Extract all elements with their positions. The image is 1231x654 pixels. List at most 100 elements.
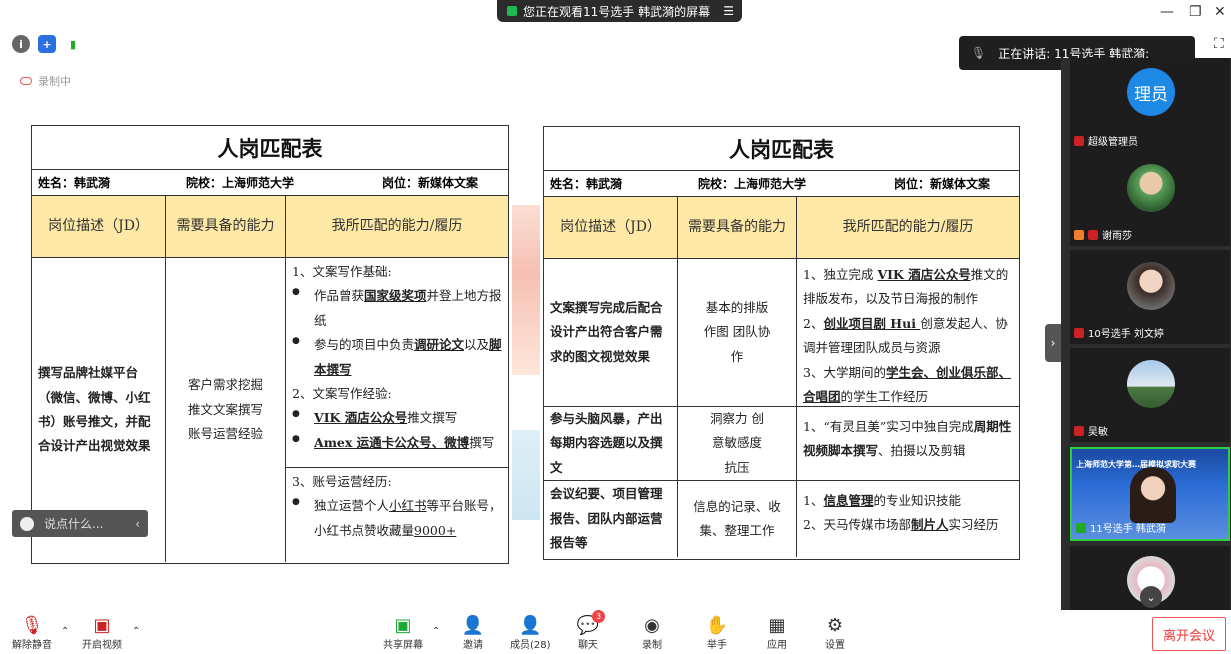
match-cell: 1、信息管理的专业知识技能 2、天马传媒市场部制片人实习经历 [797,481,1019,557]
table-header: 岗位描述（JD） 需要具备的能力 我所匹配的能力/履历 [32,196,508,258]
list-item: 参与的项目中负责调研论文以及脚本撰写 [292,333,502,382]
table-title: 人岗匹配表 [32,126,508,170]
shield-icon[interactable]: + [38,35,56,53]
table-info: 姓名：韩武漪 院校：上海师范大学 岗位：新媒体文案 [544,171,1019,197]
list-item: 独立运营个人小红书等平台账号，小红书点赞收藏量9000+ [292,494,502,543]
info-name: 姓名：韩武漪 [550,177,623,191]
info-school: 院校：上海师范大学 [698,177,807,191]
participant-name: 11号选手 韩武漪 [1076,520,1166,535]
list-item: 2、天马传媒市场部制片人实习经历 [803,517,999,533]
chevron-left-icon[interactable]: ‹ [135,517,140,531]
ability-cell: 基本的排版作图 团队协作 [678,259,797,406]
avatar [1127,360,1175,408]
jd-cell: 参与头脑风暴，产出每期内容选题以及撰文 [544,407,678,480]
fullscreen-icon[interactable]: ⛶ [1214,36,1224,52]
close-button[interactable]: ✕ [1214,4,1226,20]
chevron-down-icon[interactable]: ⌄ [1140,586,1162,608]
match-table-left: 人岗匹配表 姓名：韩武漪 院校：上海师范大学 岗位：新媒体文案 岗位描述（JD）… [31,125,509,564]
mic-muted-icon [1074,327,1084,338]
chevron-up-icon[interactable]: ⌃ [132,626,140,637]
video-person [1130,467,1176,523]
raise-hand-button[interactable]: ✋ 举手 [706,614,728,652]
table-row: 会议纪要、项目管理报告、团队内部运营报告等 信息的记录、收集、整理工作 1、信息… [544,481,1019,557]
match-cell: 1、“有灵且美”实习中独自完成周期性视频脚本撰写、拍摄以及剪辑 [797,407,1019,480]
meeting-window: 您正在观看11号选手 韩武漪的屏幕 ☰ — ❐ ✕ i + ▮ 录制中 🎙 正在… [0,0,1231,654]
info-icon[interactable]: i [12,35,30,53]
match-heading: 3、账号运营经历: [292,474,392,489]
list-item: 1、独立完成 VIK 酒店公众号推文的排版发布，以及节日海报的制作 [803,267,1009,307]
match-heading: 1、文案写作基础: [292,264,392,279]
jd-cell: 文案撰写完成后配合设计产出符合客户需求的图文视觉效果 [544,259,678,406]
settings-button[interactable]: ⚙ 设置 [824,614,846,652]
table-row: 文案撰写完成后配合设计产出符合客户需求的图文视觉效果 基本的排版作图 团队协作 … [544,259,1019,407]
emoji-icon[interactable] [20,516,34,531]
participant-panel: 理员 超级管理员 谢雨莎 10号选手 刘文婷 吴敏 上海师范大学第…届模拟求职大… [1061,58,1231,610]
ability-cell: 洞察力 创意敏感度 抗压 [678,407,797,480]
participant-tile[interactable]: 吴敏 [1070,348,1230,442]
members-button[interactable]: 👤 成员(28) [510,614,551,652]
table-header: 岗位描述（JD） 需要具备的能力 我所匹配的能力/履历 [544,197,1019,259]
unmute-button[interactable]: 🎙 解除静音 [12,614,52,652]
participant-name: 吴敏 [1074,423,1108,438]
chevron-up-icon[interactable]: ⌃ [432,626,440,637]
table-row: 参与头脑风暴，产出每期内容选题以及撰文 洞察力 创意敏感度 抗压 1、“有灵且美… [544,407,1019,481]
share-screen-icon: ▣ [394,614,412,636]
apps-icon: ▦ [768,614,786,636]
list-item: 1、信息管理的专业知识技能 [803,493,961,508]
restore-button[interactable]: ❐ [1189,4,1202,20]
participant-name: 超级管理员 [1074,133,1138,148]
start-video-button[interactable]: ▣ 开启视频 [82,614,122,652]
leave-meeting-button[interactable]: 离开会议 [1152,617,1226,651]
recording-indicator: 录制中 [20,73,71,89]
header-ability: 需要具备的能力 [678,197,797,258]
decor-strip [512,205,540,375]
screen-share-banner[interactable]: 您正在观看11号选手 韩武漪的屏幕 ☰ [497,0,742,22]
match-sub-top: 1、文案写作基础: 作品曾获国家级奖项并登上地方报纸 参与的项目中负责调研论文以… [286,258,508,468]
chat-placeholder: 说点什么... [44,517,104,531]
info-school: 院校：上海师范大学 [186,176,295,190]
minimize-button[interactable]: — [1160,4,1174,20]
participant-tile[interactable]: 谢雨莎 [1070,152,1230,246]
participant-name: 谢雨莎 [1074,227,1132,242]
gear-icon: ⚙ [826,614,844,636]
screen-share-icon [507,6,517,16]
video-banner: 上海师范大学第…届模拟求职大赛 [1076,460,1196,469]
banner-text: 您正在观看11号选手 韩武漪的屏幕 [523,4,711,19]
chat-input-float[interactable]: 说点什么... ‹ [12,510,148,537]
list-item: 1、“有灵且美”实习中独自完成周期性视频脚本撰写、拍摄以及剪辑 [803,419,1012,459]
mic-muted-icon [1074,425,1084,436]
header-match: 我所匹配的能力/履历 [842,218,974,235]
chat-icon: 💬 3 [577,610,605,636]
header-jd: 岗位描述（JD） [32,196,166,257]
menu-icon[interactable]: ☰ [723,4,734,18]
participant-tile[interactable]: ⌄ [1070,546,1230,610]
table-info: 姓名：韩武漪 院校：上海师范大学 岗位：新媒体文案 [32,170,508,196]
chevron-up-icon[interactable]: ⌃ [61,626,69,637]
info-position: 岗位：新媒体文案 [894,177,991,191]
user-icon [1074,229,1084,240]
header-jd: 岗位描述（JD） [544,197,678,258]
share-screen-button[interactable]: ▣ 共享屏幕 [383,614,423,652]
record-icon: ◉ [644,614,660,636]
meeting-toolbar: 🎙 解除静音 ⌃ ▣ 开启视频 ⌃ ▣ 共享屏幕 ⌃ 👤 邀请 👤 成员(28)… [0,610,1231,654]
header-ability: 需要具备的能力 [166,196,286,257]
participant-tile[interactable]: 理员 超级管理员 [1070,58,1230,152]
invite-button[interactable]: 👤 邀请 [462,614,484,652]
collapse-panel-button[interactable]: › [1045,324,1061,362]
match-table-right: 人岗匹配表 姓名：韩武漪 院校：上海师范大学 岗位：新媒体文案 岗位描述（JD）… [543,126,1020,560]
signal-icon[interactable]: ▮ [64,35,82,53]
mic-muted-icon [1088,229,1098,240]
apps-button[interactable]: ▦ 应用 [766,614,788,652]
record-button[interactable]: ◉ 录制 [641,614,663,652]
participant-tile-active[interactable]: 上海师范大学第…届模拟求职大赛 11号选手 韩武漪 [1070,447,1230,541]
chat-button[interactable]: 💬 3 聊天 [577,610,605,651]
ability-cell: 信息的记录、收集、整理工作 [678,481,797,557]
table-title: 人岗匹配表 [544,127,1019,171]
mic-muted-icon [1074,135,1084,146]
match-cell: 1、独立完成 VIK 酒店公众号推文的排版发布，以及节日海报的制作 2、创业项目… [797,259,1019,406]
info-position: 岗位：新媒体文案 [382,176,479,190]
header-match: 我所匹配的能力/履历 [331,217,463,234]
participant-tile[interactable]: 10号选手 刘文婷 [1070,250,1230,344]
match-sub-bottom: 3、账号运营经历: 独立运营个人小红书等平台账号，小红书点赞收藏量9000+ [286,468,508,545]
ability-cell: 客户需求挖掘 推文文案撰写 账号运营经验 [166,258,286,562]
